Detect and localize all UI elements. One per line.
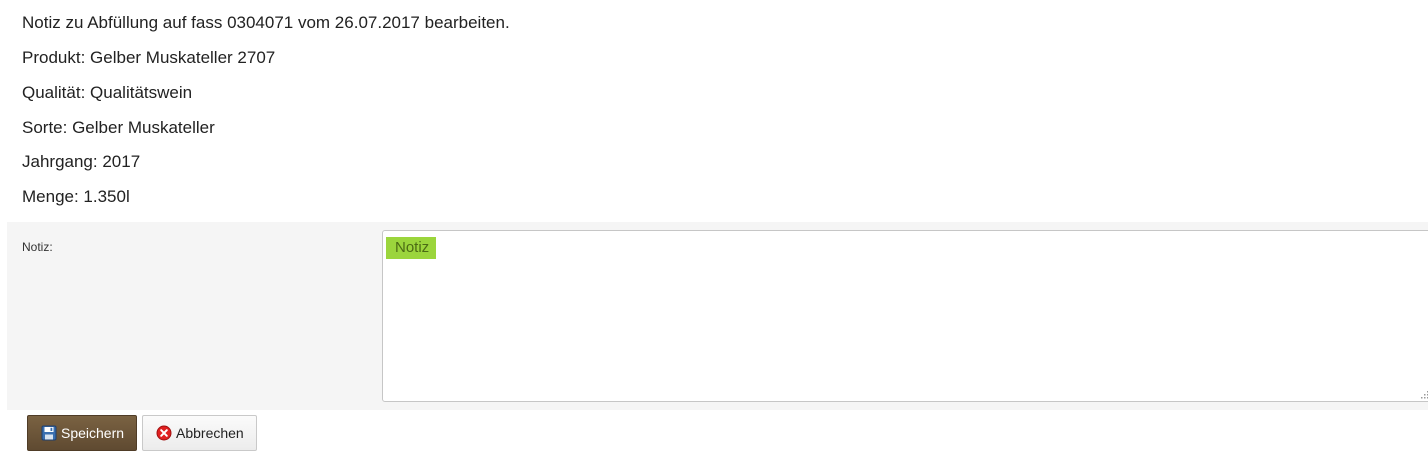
notiz-textarea[interactable]: Notiz [382,230,1428,402]
menge-line: Menge: 1.350l [22,187,130,206]
qualitaet-line: Qualität: Qualitätswein [22,83,193,102]
notiz-label: Notiz: [22,240,53,254]
jahrgang-line: Jahrgang: 2017 [22,152,141,171]
notiz-form-row: Notiz: Notiz [7,222,1428,410]
cancel-button-label: Abbrechen [176,425,244,441]
produkt-line: Produkt: Gelber Muskateller 2707 [22,48,276,67]
page-title: Notiz zu Abfüllung auf fass 0304071 vom … [22,13,510,32]
save-button[interactable]: Speichern [27,415,137,451]
cancel-x-icon [156,425,172,441]
save-button-label: Speichern [61,425,125,441]
notiz-placeholder: Notiz [386,237,437,259]
sorte-line: Sorte: Gelber Muskateller [22,118,215,137]
floppy-disk-icon [41,425,57,441]
resize-grip-icon[interactable] [1420,390,1428,399]
cancel-button[interactable]: Abbrechen [142,415,257,451]
